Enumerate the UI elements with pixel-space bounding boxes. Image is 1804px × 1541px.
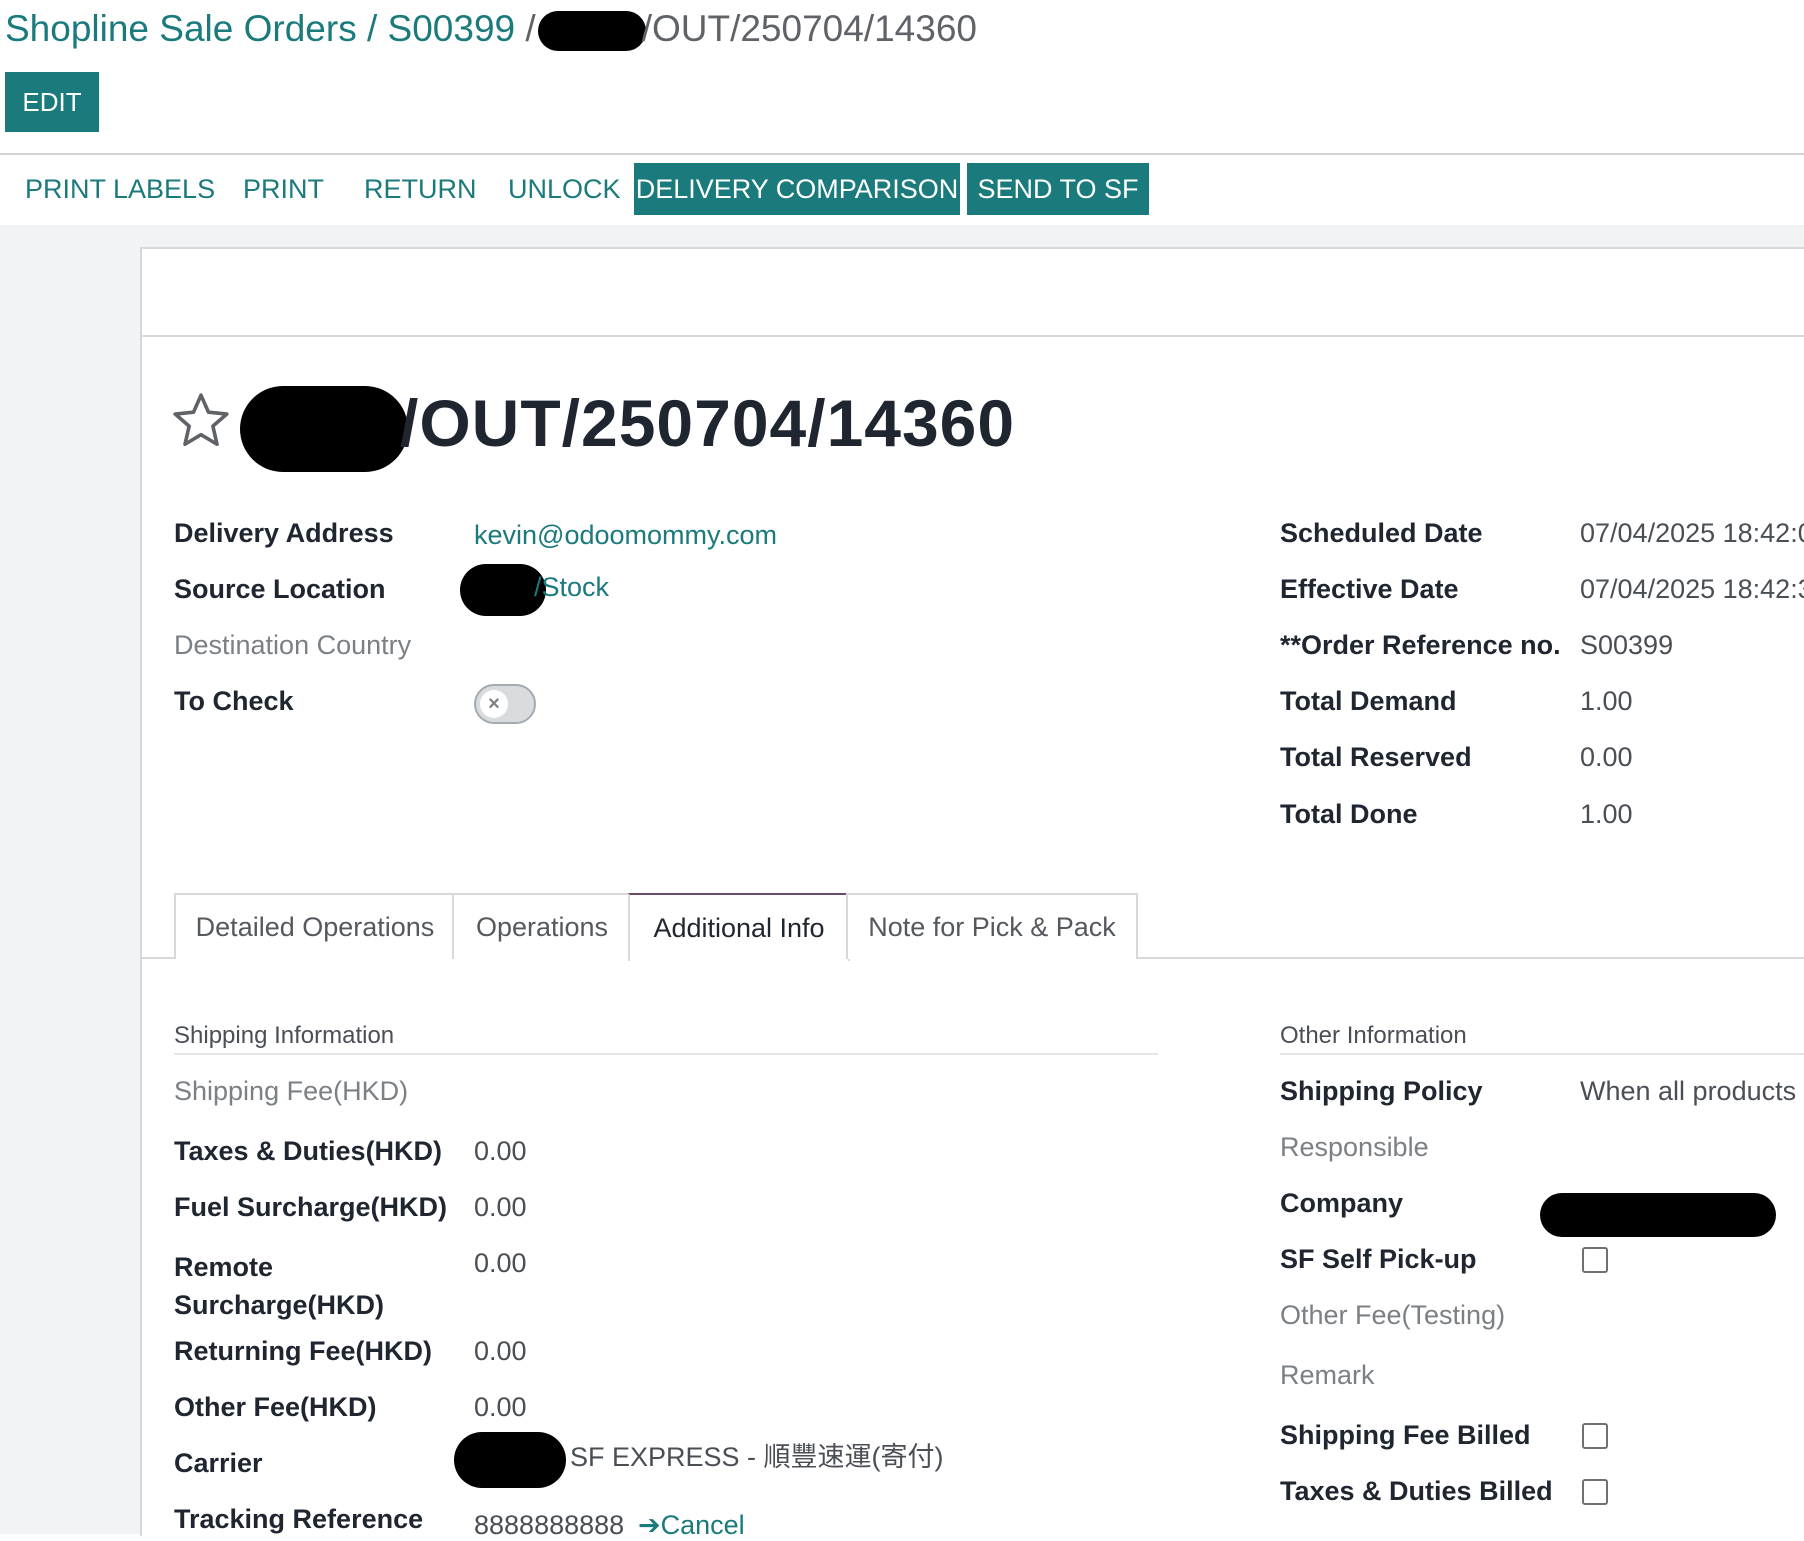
tab-note-for-pick-pack[interactable]: Note for Pick & Pack [846, 893, 1138, 959]
other-fee-label: Other Fee(HKD) [174, 1392, 377, 1422]
print-button[interactable]: PRINT [223, 163, 344, 215]
scheduled-date-value: 07/04/2025 18:42:0 [1580, 518, 1804, 548]
other-fee-value: 0.00 [474, 1392, 527, 1422]
breadcrumb-order-link[interactable]: S00399 [388, 8, 516, 49]
record-title: /OUT/250704/14360 [240, 385, 1015, 472]
total-reserved-value: 0.00 [1580, 742, 1633, 772]
shipping-information-title: Shipping Information [174, 1022, 395, 1049]
order-reference-label: **Order Reference no. [1280, 630, 1561, 660]
breadcrumb-current: /OUT/250704/14360 [641, 8, 977, 49]
order-reference-value: S00399 [1580, 630, 1674, 660]
other-information-title: Other Information [1280, 1022, 1467, 1049]
breadcrumb-root-link[interactable]: Shopline Sale Orders [5, 8, 357, 49]
source-location-label: Source Location [174, 574, 386, 604]
tab-additional-info[interactable]: Additional Info [628, 893, 850, 961]
record-title-text: /OUT/250704/14360 [400, 386, 1016, 460]
to-check-label: To Check [174, 686, 294, 716]
source-location-field[interactable]: /Stock [460, 564, 609, 616]
to-check-toggle[interactable]: × [474, 684, 536, 724]
company-label: Company [1280, 1188, 1404, 1218]
tab-operations[interactable]: Operations [452, 893, 632, 959]
unlock-button[interactable]: UNLOCK [488, 163, 641, 215]
delivery-address-label: Delivery Address [174, 518, 394, 548]
shipping-section-divider [174, 1053, 1158, 1055]
star-icon[interactable] [170, 390, 232, 452]
remote-surcharge-label-line2: Surcharge(HKD) [174, 1290, 385, 1320]
remote-surcharge-value: 0.00 [474, 1248, 527, 1278]
source-location-link[interactable]: /Stock [534, 572, 609, 602]
total-done-value: 1.00 [1580, 799, 1633, 829]
return-button[interactable]: RETURN [344, 163, 497, 215]
close-icon: × [480, 690, 508, 718]
responsible-label: Responsible [1280, 1132, 1429, 1162]
redaction-mark [537, 11, 646, 52]
effective-date-value: 07/04/2025 18:42:3 [1580, 574, 1804, 604]
shipping-policy-label: Shipping Policy [1280, 1076, 1483, 1106]
carrier-label: Carrier [174, 1448, 263, 1478]
send-to-sf-button[interactable]: SEND TO SF [967, 163, 1149, 215]
remote-surcharge-label: Remote Surcharge(HKD) [174, 1248, 384, 1324]
shipping-fee-billed-checkbox[interactable] [1582, 1423, 1608, 1449]
returning-fee-value: 0.00 [474, 1336, 527, 1366]
effective-date-label: Effective Date [1280, 574, 1459, 604]
taxes-duties-billed-checkbox[interactable] [1582, 1479, 1608, 1505]
other-fee-testing-label: Other Fee(Testing) [1280, 1300, 1506, 1330]
tracking-reference-label: Tracking Reference [174, 1504, 424, 1534]
tracking-cancel-link[interactable]: ➔Cancel [638, 1510, 745, 1541]
taxes-duties-label: Taxes & Duties(HKD) [174, 1136, 443, 1166]
tracking-reference-value: 8888888888 [474, 1510, 625, 1540]
carrier-value: SF EXPRESS - 順豐速運(寄付) [570, 1442, 944, 1473]
remote-surcharge-label-line1: Remote [174, 1252, 274, 1282]
redaction-mark [454, 1432, 566, 1488]
breadcrumb-separator: / [356, 8, 388, 49]
taxes-duties-billed-label: Taxes & Duties Billed [1280, 1476, 1553, 1506]
total-demand-value: 1.00 [1580, 686, 1633, 716]
shipping-fee-label: Shipping Fee(HKD) [174, 1076, 409, 1106]
taxes-duties-value: 0.00 [474, 1136, 527, 1166]
tracking-cancel-label: Cancel [660, 1510, 745, 1540]
fuel-surcharge-value: 0.00 [474, 1192, 527, 1222]
scheduled-date-label: Scheduled Date [1280, 518, 1483, 548]
total-reserved-label: Total Reserved [1280, 742, 1472, 772]
total-demand-label: Total Demand [1280, 686, 1457, 716]
remark-label: Remark [1280, 1360, 1375, 1390]
shipping-policy-value[interactable]: When all products a [1580, 1076, 1804, 1107]
sf-self-pickup-checkbox[interactable] [1582, 1247, 1608, 1273]
fuel-surcharge-label: Fuel Surcharge(HKD) [174, 1192, 448, 1222]
delivery-comparison-button[interactable]: DELIVERY COMPARISON [634, 163, 960, 215]
action-bar: PRINT LABELS PRINT RETURN UNLOCK DELIVER… [0, 153, 1804, 227]
breadcrumb: Shopline Sale Orders / S00399 / /OUT/2507… [5, 8, 977, 52]
destination-country-label: Destination Country [174, 630, 412, 660]
other-section-divider [1280, 1053, 1804, 1055]
print-labels-button[interactable]: PRINT LABELS [5, 163, 235, 215]
delivery-address-link[interactable]: kevin@odoomommy.com [474, 520, 777, 551]
sheet-header-divider [140, 335, 1804, 337]
redaction-mark [240, 385, 408, 472]
sf-self-pickup-label: SF Self Pick-up [1280, 1244, 1477, 1274]
total-done-label: Total Done [1280, 799, 1418, 829]
redaction-mark [1540, 1193, 1776, 1237]
arrow-right-icon: ➔ [638, 1510, 661, 1540]
breadcrumb-separator: / [515, 8, 536, 49]
edit-button[interactable]: EDIT [5, 72, 99, 132]
shipping-fee-billed-label: Shipping Fee Billed [1280, 1420, 1531, 1450]
tab-detailed-operations[interactable]: Detailed Operations [174, 893, 456, 959]
carrier-field[interactable]: SF EXPRESS - 順豐速運(寄付) [454, 1432, 944, 1488]
returning-fee-label: Returning Fee(HKD) [174, 1336, 432, 1366]
